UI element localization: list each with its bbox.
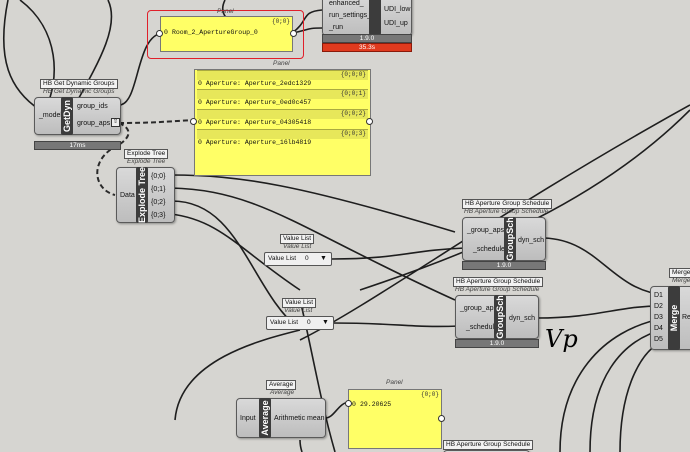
version-bar: 1.9.0 — [462, 261, 546, 270]
panel-group-header: {0;0;3} — [197, 129, 368, 139]
panel-output-grip[interactable] — [290, 30, 297, 37]
panel-group-header: {0;0;2} — [197, 109, 368, 119]
handwritten-annotation: Vp — [545, 325, 578, 353]
grasshopper-canvas[interactable]: enhanced_ run_settings_ _run UDI_low UDI… — [0, 0, 690, 452]
output-branch-3[interactable]: {0;3} — [151, 211, 165, 220]
output-udi-low[interactable]: UDI_low — [384, 5, 410, 14]
input-group-aps[interactable]: _group_aps — [460, 304, 497, 313]
group-schedule-component-1[interactable]: _group_aps _schedule GroupSch dyn_sch — [462, 217, 546, 261]
timing-bar-error: 35.3s — [322, 43, 412, 52]
output-dyn-sch[interactable]: dyn_sch — [518, 236, 544, 245]
output-branch-2[interactable]: {0;2} — [151, 198, 165, 207]
value-list-value: 0 — [305, 255, 309, 262]
panel-input-grip[interactable] — [190, 118, 197, 125]
input-group-aps[interactable]: _group_aps — [467, 226, 504, 235]
panel-aps-row: 0 Aperture: Aperture_2edc1329 — [198, 80, 312, 87]
group-schedule-core[interactable]: GroupSch — [504, 217, 516, 261]
panel-index: {0;0} — [420, 391, 439, 398]
group-schedule-subtitle: HB Aperture Group Schedule — [464, 208, 549, 215]
panel-value: Room_2_ApertureGroup_0 — [172, 29, 258, 36]
panel-output-grip[interactable] — [438, 415, 445, 422]
input-schedule[interactable]: _schedule — [473, 245, 505, 254]
group-schedule-subtitle: HB Aperture Group Schedule — [455, 286, 540, 293]
average-component[interactable]: Input Average Arithmetic mean — [236, 398, 326, 438]
panel-value: 29.20625 — [360, 401, 392, 408]
average-core[interactable]: Average — [259, 398, 271, 438]
panel-apertures[interactable]: {0;0;0} 0 Aperture: Aperture_2edc1329 {0… — [194, 69, 371, 176]
value-list-2[interactable]: Value List 0 ▼ — [266, 316, 334, 330]
input-data[interactable]: Data — [120, 191, 135, 200]
input-model[interactable]: _model — [39, 111, 62, 120]
output-result[interactable]: Res — [682, 313, 690, 322]
group-schedule-tag: HB Aperture Group Schedule — [443, 440, 534, 450]
panel-aps-row: 0 Aperture: Aperture_0ed0c457 — [198, 99, 312, 106]
merge-component[interactable]: D1 D2 D3 D4 D5 Merge Res — [650, 286, 690, 350]
top-component-partial[interactable]: enhanced_ run_settings_ _run UDI_low UDI… — [322, 0, 412, 36]
input-run[interactable]: _run — [329, 23, 343, 32]
wires-layer — [2, 0, 690, 452]
panel-aps-row: 0 Aperture: Aperture_16lb4819 — [198, 139, 312, 146]
explode-tree-core[interactable]: Explode Tree — [136, 167, 148, 223]
merge-core[interactable]: Merge — [668, 286, 680, 350]
top-component-core[interactable] — [369, 0, 381, 35]
input-d5[interactable]: D5 — [654, 335, 663, 344]
graft-icon[interactable]: ⇧ — [111, 118, 120, 127]
explode-tree-subtitle: Explode Tree — [127, 158, 166, 165]
output-group-ids[interactable]: group_ids — [77, 102, 108, 111]
input-d3[interactable]: D3 — [654, 313, 663, 322]
group-schedule-component-2[interactable]: _group_aps _schedule GroupSch dyn_sch — [455, 295, 539, 339]
output-branch-0[interactable]: {0;0} — [151, 172, 165, 181]
output-arithmetic-mean[interactable]: Arithmetic mean — [274, 414, 325, 423]
panel-row-number: 0 — [164, 29, 168, 36]
panel-title: Panel — [217, 8, 234, 15]
value-list-label: Value List — [268, 255, 297, 262]
version-bar: 1.9.0 — [455, 339, 539, 348]
panel-input-grip[interactable] — [156, 30, 163, 37]
value-list-value: 0 — [307, 319, 311, 326]
panel-row-number: 0 — [352, 401, 356, 408]
get-dynamic-groups-core[interactable]: GetDyn — [61, 97, 73, 135]
timing-bar: 17ms — [34, 141, 121, 150]
panel-group-header: {0;0;1} — [197, 89, 368, 99]
value-list-1[interactable]: Value List 0 ▼ — [264, 252, 332, 266]
value-list-subtitle: Value List — [283, 243, 312, 250]
panel-index: {0;0} — [271, 18, 290, 25]
panel-aps-title: Panel — [273, 60, 290, 67]
input-d1[interactable]: D1 — [654, 291, 663, 300]
panel-average-result[interactable]: {0;0} 0 29.20625 — [348, 389, 442, 449]
explode-tree-component[interactable]: Data Explode Tree {0;0} {0;1} {0;2} {0;3… — [116, 167, 175, 223]
average-subtitle: Average — [270, 389, 295, 396]
panel-input-grip[interactable] — [345, 400, 352, 407]
group-schedule-core[interactable]: GroupSch — [494, 295, 506, 339]
output-branch-1[interactable]: {0;1} — [151, 185, 165, 194]
output-udi-up[interactable]: UDI_up — [384, 19, 408, 28]
panel-group-header: {0;0;0} — [197, 70, 368, 80]
get-dynamic-groups-component[interactable]: _model GetDyn group_ids group_aps ⇧ — [34, 97, 121, 135]
value-list-label: Value List — [270, 319, 299, 326]
input-enhanced[interactable]: enhanced_ — [329, 0, 364, 8]
panel-aps-row: 0 Aperture: Aperture_04305418 — [198, 119, 312, 126]
output-group-aps[interactable]: group_aps — [77, 119, 110, 128]
version-bar: 1.9.0 — [322, 34, 412, 43]
panel-output-grip[interactable] — [366, 118, 373, 125]
input-run-settings[interactable]: run_settings_ — [329, 11, 371, 20]
value-list-subtitle: Value List — [284, 307, 313, 314]
input-d2[interactable]: D2 — [654, 302, 663, 311]
panel-avg-title: Panel — [386, 379, 403, 386]
output-dyn-sch[interactable]: dyn_sch — [509, 314, 535, 323]
dropdown-arrow-icon[interactable]: ▼ — [322, 317, 329, 329]
get-dynamic-groups-subtitle: HB Get Dynamic Groups — [43, 88, 115, 95]
input-d4[interactable]: D4 — [654, 324, 663, 333]
merge-subtitle: Merge — [672, 277, 690, 284]
panel-room-group[interactable]: {0;0} 0 Room_2_ApertureGroup_0 — [160, 16, 293, 52]
dropdown-arrow-icon[interactable]: ▼ — [320, 253, 327, 265]
input-input[interactable]: Input — [240, 414, 256, 423]
